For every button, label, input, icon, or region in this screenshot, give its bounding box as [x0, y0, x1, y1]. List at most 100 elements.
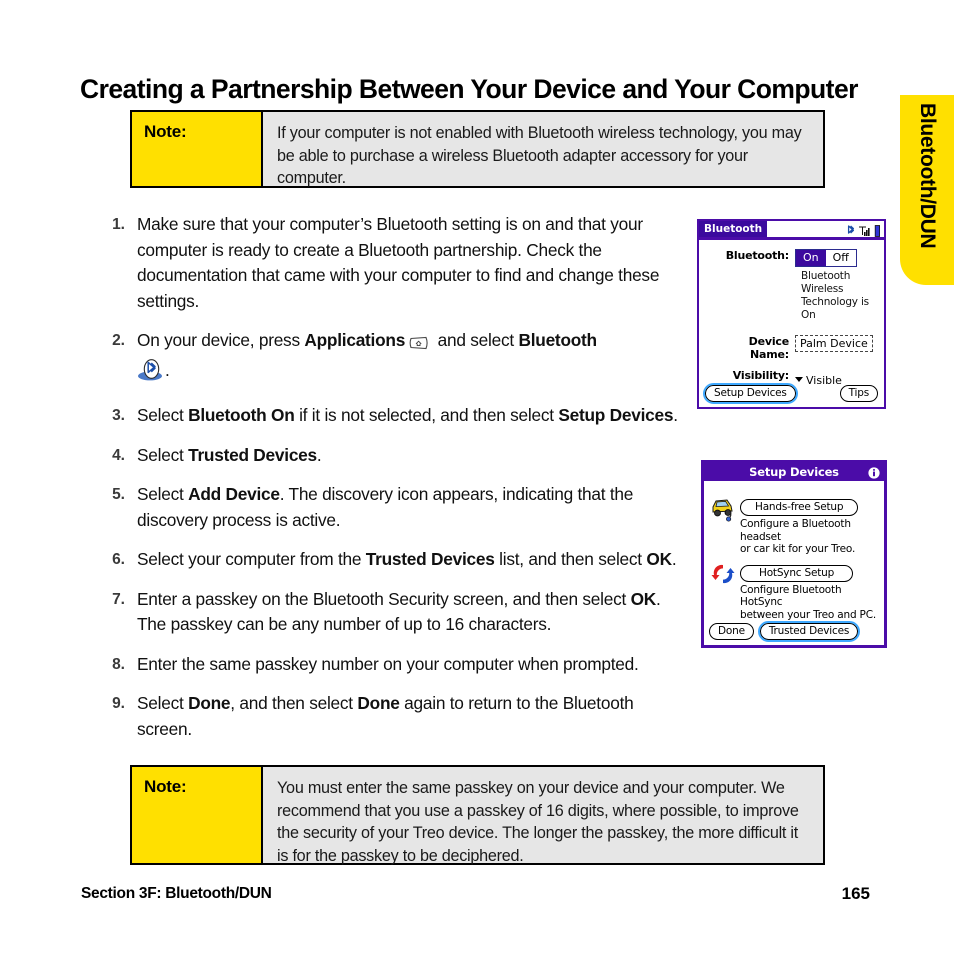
- step-9-bold-done-2: Done: [357, 693, 400, 713]
- step-3-text-b: if it is not selected, and then select: [294, 405, 559, 425]
- list-item: 4. Select Trusted Devices.: [97, 443, 682, 469]
- hotsync-block: HotSync Setup Configure Bluetooth HotSyn…: [740, 561, 878, 622]
- tips-button[interactable]: Tips: [839, 385, 878, 402]
- step-9-text-a: Select: [137, 693, 189, 713]
- bluetooth-screen-titlebar: Bluetooth: [699, 219, 884, 240]
- step-number: 9.: [112, 695, 125, 712]
- step-6-text-b: list, and then select: [494, 549, 647, 569]
- step-text: Select your computer from the Trusted De…: [137, 547, 682, 573]
- trusted-devices-button[interactable]: Trusted Devices: [757, 621, 861, 642]
- list-item: 7. Enter a passkey on the Bluetooth Secu…: [97, 587, 682, 638]
- step-2-text-a: On your device, press: [137, 330, 305, 350]
- step-7-bold-ok: OK: [630, 588, 657, 609]
- step-2-bold-applications: Applications: [304, 330, 406, 350]
- note-top-body-text: If your computer is not enabled with Blu…: [277, 124, 802, 187]
- step-8-text: Enter the same passkey number on your co…: [137, 653, 639, 674]
- setup-devices-body: Hands-free Setup Configure a Bluetooth h…: [704, 481, 884, 621]
- setup-devices-button[interactable]: Setup Devices: [703, 383, 798, 404]
- section-side-tab-label: Bluetooth/DUN: [916, 103, 939, 249]
- hotsync-setup-button[interactable]: HotSync Setup: [740, 564, 854, 582]
- hotsync-icon: [710, 561, 740, 590]
- step-2-bold-bluetooth: Bluetooth: [518, 330, 597, 350]
- device-name-row: Device Name: Palm Device: [707, 335, 876, 361]
- step-text: Select Add Device. The discovery icon ap…: [137, 482, 682, 533]
- step-text: Make sure that your computer’s Bluetooth…: [137, 212, 682, 314]
- step-3-text-c: .: [673, 405, 678, 425]
- step-number: 6.: [112, 551, 125, 568]
- bluetooth-toggle-on[interactable]: On: [796, 250, 826, 266]
- hotsync-description: Configure Bluetooth HotSync between your…: [740, 584, 878, 622]
- list-item: 1. Make sure that your computer’s Blueto…: [97, 212, 682, 314]
- note-bottom-label-cell: Note:: [132, 767, 263, 863]
- list-item: 8. Enter the same passkey number on your…: [97, 652, 682, 678]
- instruction-steps-list: 1. Make sure that your computer’s Blueto…: [97, 212, 682, 756]
- hands-free-description: Configure a Bluetooth headset or car kit…: [740, 518, 878, 556]
- bluetooth-toggle-off[interactable]: Off: [826, 250, 856, 266]
- step-5-text-a: Select: [137, 484, 189, 504]
- note-box-bottom: Note: You must enter the same passkey on…: [130, 765, 825, 865]
- list-item: 9. Select Done, and then select Done aga…: [97, 691, 682, 742]
- step-5-bold-add-device: Add Device: [188, 484, 280, 504]
- bluetooth-status-line-2: Technology is On: [801, 296, 869, 321]
- step-number: 4.: [112, 446, 125, 464]
- bluetooth-status-text: Bluetooth Wireless Technology is On: [801, 270, 876, 322]
- note-top-body-cell: If your computer is not enabled with Blu…: [263, 112, 823, 187]
- bluetooth-on-off-toggle[interactable]: On Off: [795, 249, 857, 267]
- done-button[interactable]: Done: [709, 623, 754, 640]
- note-bottom-body-text: You must enter the same passkey on your …: [277, 779, 799, 865]
- car-headset-icon: [710, 495, 740, 526]
- bluetooth-screen-status-icons: [847, 222, 881, 241]
- step-text: Select Bluetooth On if it is not selecte…: [137, 403, 682, 429]
- hands-free-setup-button[interactable]: Hands-free Setup: [740, 499, 859, 516]
- step-number: 8.: [112, 655, 125, 673]
- step-6-bold-trusted-devices: Trusted Devices: [365, 549, 495, 569]
- step-3-text-a: Select: [137, 405, 189, 425]
- step-3-bold-bluetooth-on: Bluetooth On: [188, 405, 295, 425]
- visibility-field-label: Visibility:: [732, 369, 789, 382]
- setup-devices-title: Setup Devices: [749, 465, 839, 479]
- step-6-bold-ok: OK: [646, 549, 672, 569]
- hands-free-desc-line-2: or car kit for your Treo.: [740, 543, 856, 555]
- step-number: 2.: [112, 332, 125, 349]
- step-text: On your device, press Applications and s…: [137, 328, 682, 389]
- hands-free-block: Hands-free Setup Configure a Bluetooth h…: [740, 495, 878, 556]
- note-top-label-cell: Note:: [132, 112, 263, 186]
- list-item: Hands-free Setup Configure a Bluetooth h…: [710, 495, 878, 556]
- step-text: Enter the same passkey number on your co…: [137, 652, 682, 678]
- list-item: 3. Select Bluetooth On if it is not sele…: [97, 403, 682, 429]
- list-item: HotSync Setup Configure Bluetooth HotSyn…: [710, 561, 878, 622]
- applications-hardkey-icon: [408, 332, 430, 358]
- device-name-input[interactable]: Palm Device: [795, 335, 873, 352]
- list-item: 5. Select Add Device. The discovery icon…: [97, 482, 682, 533]
- step-text: Select Trusted Devices.: [137, 443, 682, 469]
- hands-free-desc-line-1: Configure a Bluetooth headset: [740, 518, 851, 543]
- bluetooth-field-label: Bluetooth:: [725, 249, 790, 262]
- note-bottom-body-cell: You must enter the same passkey on your …: [263, 767, 823, 865]
- step-number: 7.: [112, 590, 125, 608]
- step-2-text-b: and select: [433, 330, 519, 350]
- step-text: Select Done, and then select Done again …: [137, 691, 682, 742]
- screenshot-setup-devices-screen: Setup Devices Hands-free Setup Configure…: [701, 460, 887, 648]
- section-side-tab: Bluetooth/DUN: [900, 95, 954, 285]
- note-bottom-label: Note:: [144, 777, 187, 796]
- step-9-text-b: , and then select: [230, 693, 358, 713]
- bluetooth-screen-body: Bluetooth: On Off Bluetooth Wireless Tec…: [699, 240, 884, 388]
- device-name-field-label: Device Name:: [748, 335, 790, 361]
- page-title: Creating a Partnership Between Your Devi…: [80, 73, 858, 104]
- step-7-text-a: Enter a passkey on the Bluetooth Securit…: [137, 588, 631, 609]
- setup-devices-titlebar: Setup Devices: [704, 463, 884, 481]
- step-6-text-a: Select your computer from the: [137, 549, 366, 569]
- footer-section-label: Section 3F: Bluetooth/DUN: [81, 885, 272, 902]
- chevron-down-icon: [795, 377, 803, 382]
- note-top-label: Note:: [144, 122, 187, 141]
- setup-devices-button-row: Done Trusted Devices: [709, 621, 861, 642]
- step-number: 3.: [112, 407, 125, 424]
- bluetooth-toggle-row: Bluetooth: On Off: [707, 249, 876, 267]
- step-9-bold-done-1: Done: [188, 693, 231, 713]
- bluetooth-status-line-1: Bluetooth Wireless: [801, 270, 851, 295]
- hotsync-desc-line-1: Configure Bluetooth HotSync: [740, 583, 842, 609]
- bluetooth-screen-title: Bluetooth: [699, 221, 769, 237]
- screenshot-bluetooth-screen: Bluetooth Bluetooth: On Off Bluetooth Wi…: [697, 219, 886, 409]
- step-6-text-c: .: [671, 549, 677, 569]
- hotsync-desc-line-2: between your Treo and PC.: [740, 608, 876, 621]
